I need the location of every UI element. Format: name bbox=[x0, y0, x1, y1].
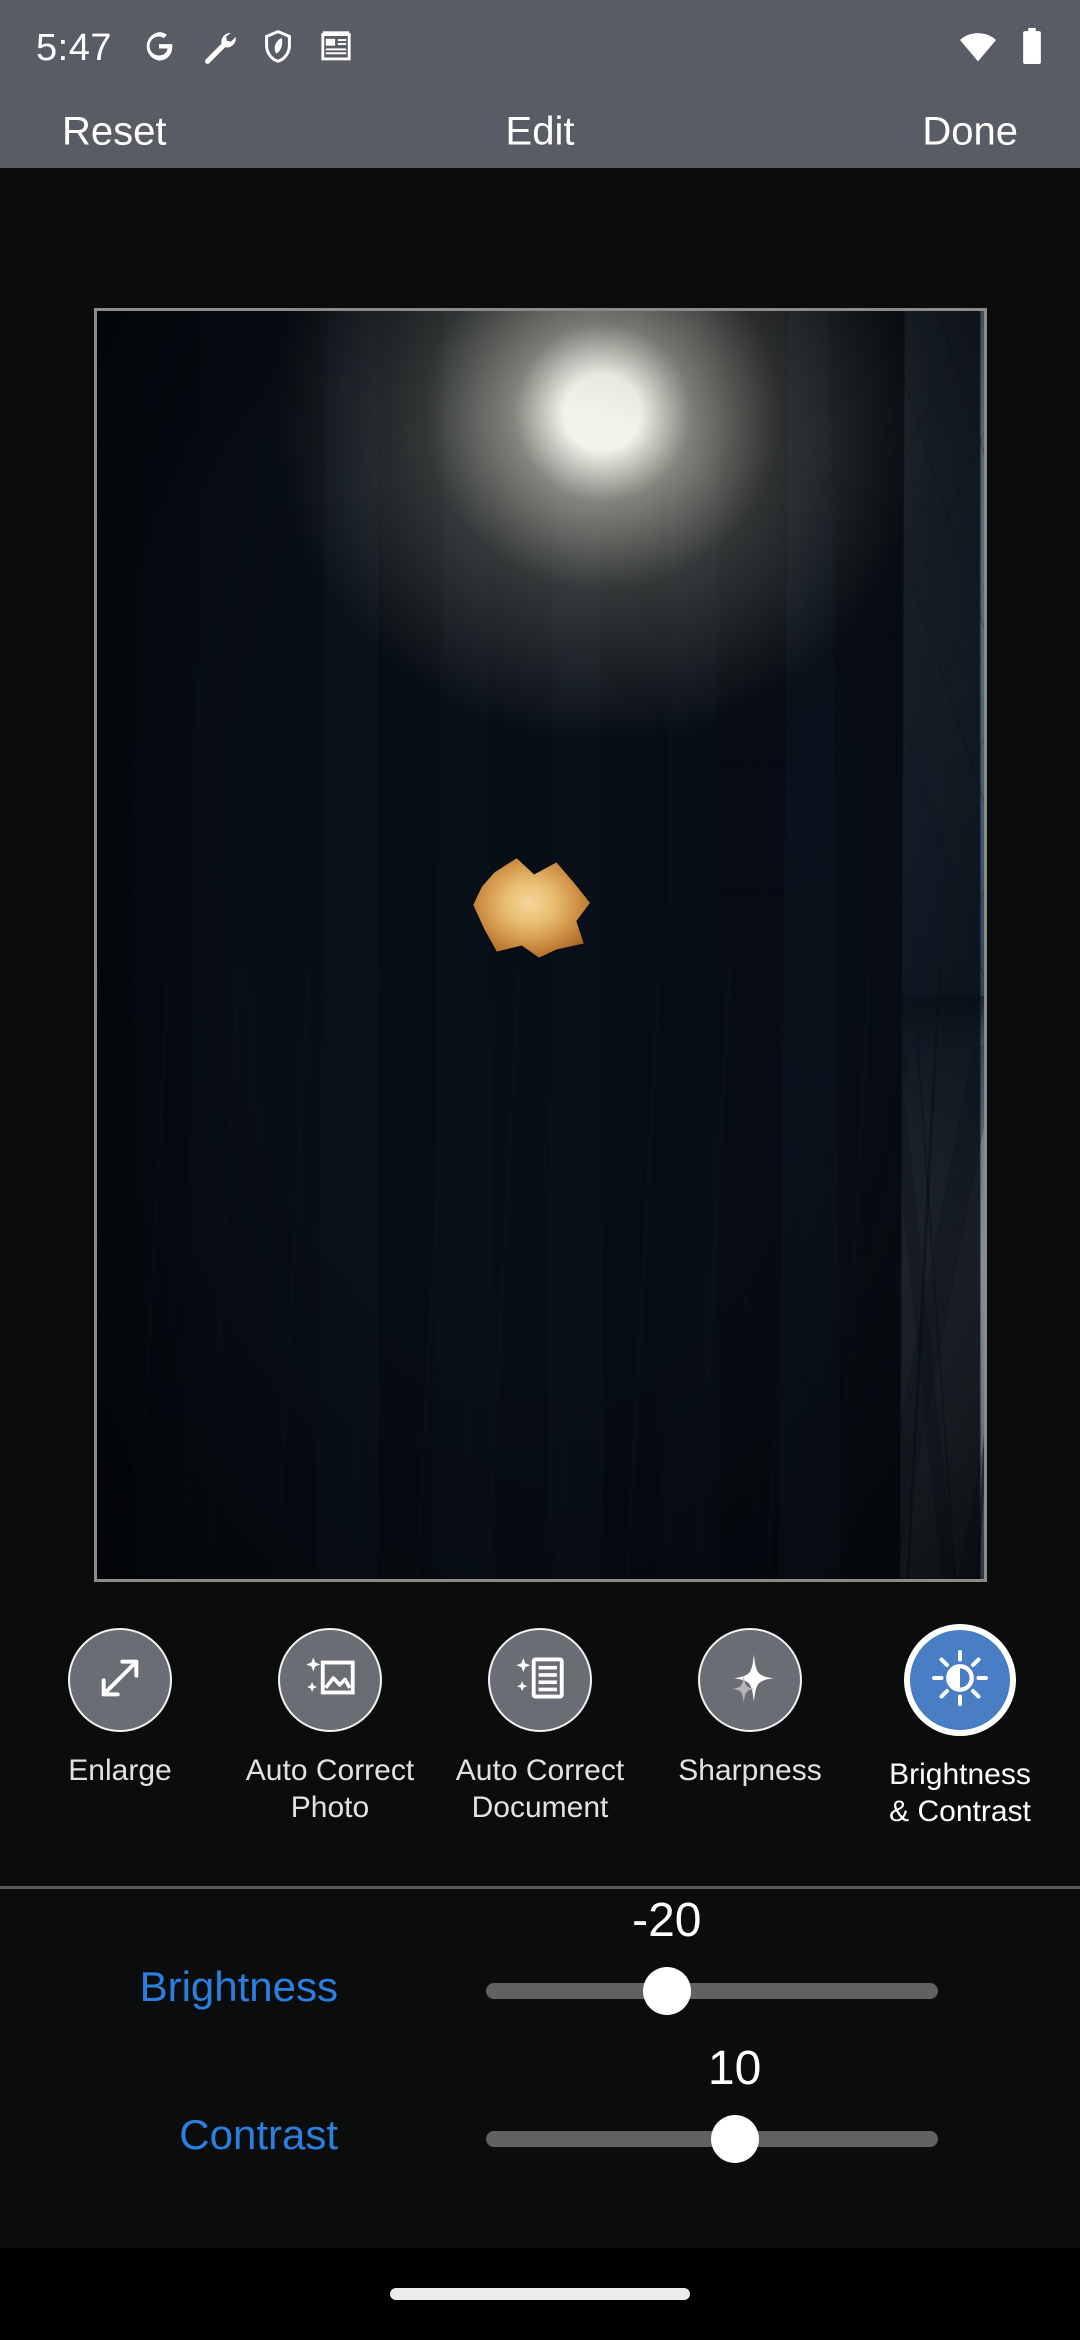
auto-correct-photo-icon bbox=[301, 1649, 359, 1712]
enlarge-icon bbox=[92, 1650, 148, 1711]
tool-auto-correct-document-label: Auto Correct Document bbox=[455, 1754, 625, 1824]
photo-vignette-layer bbox=[97, 311, 984, 1579]
contrast-slider-row: 10 Contrast bbox=[0, 2037, 1080, 2185]
photo-canvas bbox=[97, 311, 984, 1579]
news-icon bbox=[318, 27, 354, 70]
tool-auto-correct-document[interactable]: Auto Correct Document bbox=[442, 1614, 638, 1826]
home-gesture-pill[interactable] bbox=[390, 2288, 690, 2300]
tool-enlarge-label: Enlarge bbox=[68, 1754, 172, 1787]
reset-button[interactable]: Reset bbox=[62, 110, 167, 155]
google-icon bbox=[140, 27, 178, 70]
tool-sharpness-label: Sharpness bbox=[678, 1754, 822, 1787]
edited-photo[interactable] bbox=[94, 308, 987, 1582]
contrast-slider-thumb[interactable] bbox=[710, 2115, 759, 2163]
tool-brightness-contrast-circle[interactable] bbox=[904, 1624, 1016, 1736]
tool-auto-correct-photo-circle[interactable] bbox=[278, 1628, 382, 1732]
status-clock: 5:47 bbox=[36, 26, 112, 69]
sharpness-icon bbox=[721, 1649, 779, 1712]
page-title: Edit bbox=[505, 109, 575, 154]
tool-brightness-contrast[interactable]: Brightness & Contrast bbox=[862, 1614, 1058, 1830]
tool-brightness-contrast-label: Brightness & Contrast bbox=[889, 1758, 1031, 1828]
wrench-icon bbox=[200, 27, 238, 70]
tool-sharpness[interactable]: Sharpness bbox=[652, 1614, 848, 1789]
adjustment-sliders-panel: -20 Brightness 10 Contrast bbox=[0, 1889, 1080, 2249]
status-bar-left-group: 5:47 bbox=[36, 27, 354, 70]
tool-auto-correct-photo-label: Auto Correct Photo bbox=[245, 1754, 415, 1824]
battery-icon bbox=[1020, 27, 1044, 70]
tool-enlarge[interactable]: Enlarge bbox=[22, 1614, 218, 1789]
auto-correct-document-icon bbox=[511, 1649, 569, 1712]
tool-enlarge-circle[interactable] bbox=[68, 1628, 172, 1732]
contrast-value: 10 bbox=[707, 2042, 762, 2095]
system-navigation-bar bbox=[0, 2248, 1080, 2340]
brightness-slider-row: -20 Brightness bbox=[0, 1889, 1080, 2037]
brightness-slider-thumb[interactable] bbox=[642, 1967, 691, 2015]
status-bar-right-group bbox=[958, 27, 1044, 70]
shield-icon bbox=[260, 27, 296, 70]
brightness-contrast-icon bbox=[930, 1648, 990, 1713]
brightness-label: Brightness bbox=[139, 1963, 338, 2010]
brightness-slider[interactable] bbox=[486, 1967, 938, 2015]
contrast-slider[interactable] bbox=[486, 2115, 938, 2163]
tool-auto-correct-document-circle[interactable] bbox=[488, 1628, 592, 1732]
edit-tool-row: Enlarge Auto Correct Photo Auto Correct … bbox=[0, 1614, 1080, 1894]
contrast-label: Contrast bbox=[179, 2111, 338, 2158]
wifi-icon bbox=[958, 29, 998, 68]
app-screen: 5:47 Reset Edit Done Enlarge Auto Correc… bbox=[0, 0, 1080, 2340]
tool-auto-correct-photo[interactable]: Auto Correct Photo bbox=[232, 1614, 428, 1826]
photo-preview-area bbox=[0, 168, 1080, 1614]
brightness-slider-track[interactable] bbox=[486, 1983, 938, 1999]
done-button[interactable]: Done bbox=[922, 110, 1018, 155]
status-bar: 5:47 bbox=[0, 0, 1080, 96]
tool-sharpness-circle[interactable] bbox=[698, 1628, 802, 1732]
brightness-value: -20 bbox=[632, 1894, 702, 1947]
edit-action-bar: Reset Edit Done bbox=[0, 96, 1080, 168]
